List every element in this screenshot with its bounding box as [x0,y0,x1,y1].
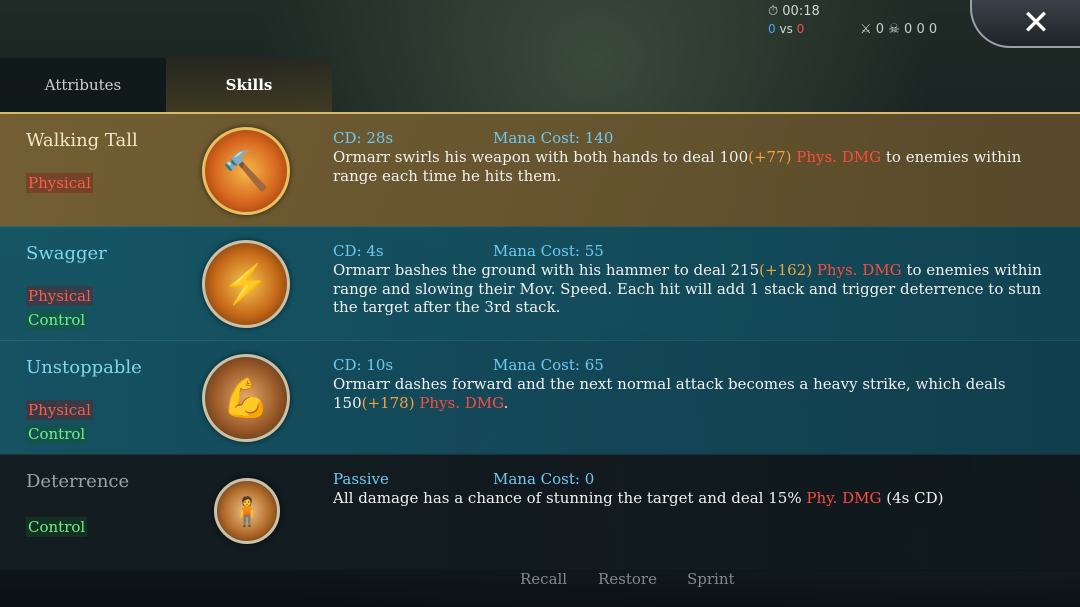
tab-skills[interactable]: Skills [166,58,332,114]
tag-control: Control [26,517,88,537]
ability-bar: Recall Restore Sprint [0,570,1080,607]
desc-text: (4s CD) [881,489,944,507]
swords-icon: ⚔ [860,22,872,37]
skill-mana-cost: Mana Cost: 65 [493,356,604,374]
desc-ratio: (+162) [759,261,813,279]
blue-score: 0 [768,22,776,36]
skill-description: Ormarr bashes the ground with his hammer… [333,261,1063,317]
skill-mana-cost: Mana Cost: 0 [493,470,595,488]
other-count: 0 [928,22,938,37]
skill-mana-cost: Mana Cost: 140 [493,129,614,147]
stun-icon: 🧍 [214,478,280,544]
skill-name: Unstoppable [26,357,142,378]
skill-cooldown: CD: 28s [333,129,394,147]
recall-button[interactable]: Recall [520,570,567,588]
tag-physical: Physical [26,286,93,306]
close-button[interactable]: ✕ [970,0,1080,48]
skills-list: Walking Tall Physical 🔨 CD: 28s Mana Cos… [0,112,1080,571]
desc-damage-type: Phy. DMG [806,489,882,507]
skill-name: Swagger [26,243,107,264]
skill-mana-cost: Mana Cost: 55 [493,242,604,260]
skill-row-deterrence[interactable]: Deterrence Control 🧍 Passive Mana Cost: … [0,454,1080,571]
skill-row-unstoppable[interactable]: Unstoppable Physical Control 💪 CD: 10s M… [0,340,1080,455]
desc-text: Ormarr bashes the ground with his hammer… [333,261,760,279]
team-score: 0 vs 0 [768,22,804,36]
timer-value: 00:18 [782,4,820,19]
red-score: 0 [796,22,805,36]
hero-info-tabs: Attributes Skills [0,58,332,114]
dash-icon: 💪 [202,354,290,442]
desc-text: . [503,393,509,412]
skill-cooldown: Passive [333,470,389,488]
skill-cooldown: CD: 10s [333,356,394,374]
hammer-fire-icon: 🔨 [202,127,290,215]
vs-label: vs [779,22,793,36]
tag-physical: Physical [26,400,93,420]
tag-control: Control [26,424,88,444]
skill-description: Ormarr swirls his weapon with both hands… [333,148,1063,185]
desc-damage-type: Phys. DMG [791,148,882,166]
gold-count: 0 [916,22,925,37]
desc-damage-type: Phys. DMG [414,393,504,412]
desc-ratio: (+77) [748,148,792,166]
desc-text: All damage has a chance of stunning the … [333,489,807,507]
skill-row-swagger[interactable]: Swagger Physical Control ⚡ CD: 4s Mana C… [0,226,1080,341]
close-icon: ✕ [1021,3,1051,43]
skull-icon: ☠ [888,22,900,37]
tag-control: Control [26,310,88,330]
skill-name: Walking Tall [26,130,138,151]
skill-name: Deterrence [26,471,130,492]
desc-damage-type: Phys. DMG [812,261,902,279]
skill-row-walking-tall[interactable]: Walking Tall Physical 🔨 CD: 28s Mana Cos… [0,112,1080,228]
desc-ratio: (+178) [361,393,415,412]
match-timer: ⏱ 00:18 [768,4,820,19]
tab-attributes[interactable]: Attributes [0,58,166,112]
restore-button[interactable]: Restore [598,570,657,588]
kda-readout: ⚔ 0 ☠ 0 0 0 [860,22,937,37]
clock-icon: ⏱ [768,4,779,19]
skill-description: All damage has a chance of stunning the … [333,489,1063,508]
skill-cooldown: CD: 4s [333,242,384,260]
kills-count: 0 [875,22,885,37]
deaths-count: 0 [904,22,913,37]
skill-description: Ormarr dashes forward and the next norma… [333,375,1063,412]
tag-physical: Physical [26,173,93,193]
hammer-lightning-icon: ⚡ [202,240,290,328]
sprint-button[interactable]: Sprint [687,570,735,588]
desc-text: Ormarr swirls his weapon with both hands… [333,148,749,166]
match-hud: ⏱ 00:18 0 vs 0 ⚔ 0 ☠ 0 0 0 [760,0,970,46]
